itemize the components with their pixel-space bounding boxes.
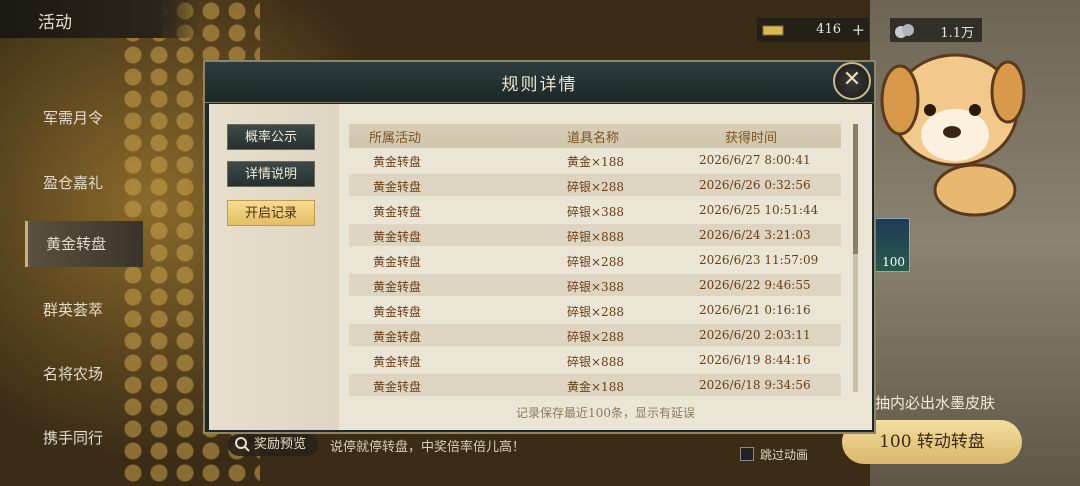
sidebar-item-label: 携手同行 (43, 429, 104, 447)
magnifier-icon (234, 436, 250, 460)
cell-time: 2026/6/22 9:46:55 (699, 278, 811, 292)
cell-time: 2026/6/27 8:00:41 (699, 153, 811, 167)
reward-item-slot[interactable]: 100 (872, 218, 910, 272)
cell-item: 碎银×888 (567, 230, 624, 244)
cell-time: 2026/6/24 3:21:03 (699, 228, 811, 242)
dialog-title: 规则详情 (501, 75, 578, 95)
dog-mascot-image (880, 30, 1050, 220)
sidebar-item-golden-wheel[interactable]: 黄金转盘 (25, 221, 143, 267)
reward-preview-button[interactable]: 奖励预览 (228, 434, 319, 456)
cell-activity: 黄金转盘 (373, 205, 422, 219)
add-gold-button[interactable]: + (852, 20, 865, 39)
sidebar-item-label: 军需月令 (43, 109, 104, 127)
column-header-time: 获得时间 (725, 131, 778, 146)
cell-activity: 黄金转盘 (373, 380, 422, 394)
page-header: 活动 (0, 0, 200, 38)
cell-item: 碎银×288 (567, 255, 624, 269)
gold-bar-icon (761, 22, 785, 42)
table-row: 黄金转盘 碎银×288 2026/6/21 0:16:16 (349, 299, 841, 321)
table-row: 黄金转盘 黄金×188 2026/6/27 8:00:41 (349, 149, 841, 171)
sidebar-item-together[interactable]: 携手同行 (25, 415, 143, 461)
cell-time: 2026/6/20 2:03:11 (699, 328, 811, 342)
cell-item: 碎银×288 (567, 180, 624, 194)
cell-time: 2026/6/25 10:51:44 (699, 203, 819, 217)
marquee-text: 说停就停转盘，中奖倍率倍儿高！ (330, 440, 526, 455)
cell-time: 2026/6/26 0:32:56 (699, 178, 811, 192)
cell-time: 2026/6/19 8:44:16 (699, 353, 811, 367)
sidebar-item-full-granary[interactable]: 盈仓嘉礼 (25, 160, 143, 206)
tab-probability[interactable]: 概率公示 (227, 124, 315, 150)
tab-open-records[interactable]: 开启记录 (227, 200, 315, 226)
sidebar-item-label: 群英荟萃 (43, 301, 104, 319)
sidebar-item-general-farm[interactable]: 名将农场 (25, 351, 143, 397)
skip-label: 跳过动画 (760, 448, 809, 462)
cell-activity: 黄金转盘 (373, 230, 422, 244)
sidebar-item-military-supply[interactable]: 军需月令 (25, 95, 143, 141)
cell-time: 2026/6/21 0:16:16 (699, 303, 811, 317)
table-row: 黄金转盘 碎银×288 2026/6/26 0:32:56 (349, 174, 841, 196)
cell-item: 碎银×288 (567, 330, 624, 344)
cell-activity: 黄金转盘 (373, 355, 422, 369)
sidebar-item-label: 名将农场 (43, 365, 104, 383)
cell-activity: 黄金转盘 (373, 305, 422, 319)
promo-text: 抽内必出水墨皮肤 (875, 394, 996, 412)
cell-activity: 黄金转盘 (373, 255, 422, 269)
table-scrollbar[interactable] (853, 124, 858, 392)
dialog-header: 规则详情 (205, 62, 874, 103)
gold-amount: 416 (816, 22, 841, 37)
cell-activity: 黄金转盘 (373, 280, 422, 294)
cell-time: 2026/6/23 11:57:09 (699, 253, 819, 267)
cell-activity: 黄金转盘 (373, 155, 422, 169)
column-header-activity: 所属活动 (369, 131, 422, 146)
cell-item: 黄金×188 (567, 155, 624, 169)
cell-item: 碎银×288 (567, 305, 624, 319)
gold-resource[interactable]: 416 + (757, 18, 869, 42)
table-row: 黄金转盘 碎银×888 2026/6/19 8:44:16 (349, 349, 841, 371)
cell-time: 2026/6/18 9:34:56 (699, 378, 811, 392)
skip-checkbox[interactable] (740, 447, 754, 461)
table-row: 黄金转盘 碎银×388 2026/6/25 10:51:44 (349, 199, 841, 221)
cell-item: 碎银×388 (567, 205, 624, 219)
record-note: 记录保存最近100条，显示有延误 (516, 406, 695, 420)
table-header: 所属活动 道具名称 获得时间 (349, 124, 841, 148)
column-header-item: 道具名称 (567, 131, 620, 146)
cell-activity: 黄金转盘 (373, 180, 422, 194)
page-title: 活动 (38, 13, 72, 33)
sidebar-item-label: 盈仓嘉礼 (43, 174, 104, 192)
sidebar-item-heroes-gather[interactable]: 群英荟萃 (25, 287, 143, 333)
reward-preview-label: 奖励预览 (254, 437, 307, 452)
skip-animation-toggle[interactable]: 跳过动画 (740, 446, 808, 463)
tab-details[interactable]: 详情说明 (227, 161, 315, 187)
item-count-badge: 100 (882, 255, 905, 269)
table-row: 黄金转盘 碎银×288 2026/6/23 11:57:09 (349, 249, 841, 271)
table-row: 黄金转盘 碎银×888 2026/6/24 3:21:03 (349, 224, 841, 246)
table-row: 黄金转盘 碎银×388 2026/6/22 9:46:55 (349, 274, 841, 296)
sidebar-item-label: 黄金转盘 (46, 235, 107, 253)
cell-activity: 黄金转盘 (373, 330, 422, 344)
close-dialog-button[interactable]: ✕ (833, 62, 871, 100)
cell-item: 碎银×388 (567, 280, 624, 294)
table-row: 黄金转盘 黄金×188 2026/6/18 9:34:56 (349, 374, 841, 396)
dialog-body: 概率公示 详情说明 开启记录 所属活动 道具名称 获得时间 黄金转盘 黄金×188… (209, 104, 872, 430)
dialog-tab-pane: 概率公示 详情说明 开启记录 (209, 104, 339, 430)
cell-item: 黄金×188 (567, 380, 624, 394)
cell-item: 碎银×888 (567, 355, 624, 369)
scrollbar-thumb[interactable] (853, 124, 858, 254)
table-row: 黄金转盘 碎银×288 2026/6/20 2:03:11 (349, 324, 841, 346)
rules-dialog: 规则详情 概率公示 详情说明 开启记录 所属活动 道具名称 获得时间 黄金转盘黄… (203, 60, 876, 434)
